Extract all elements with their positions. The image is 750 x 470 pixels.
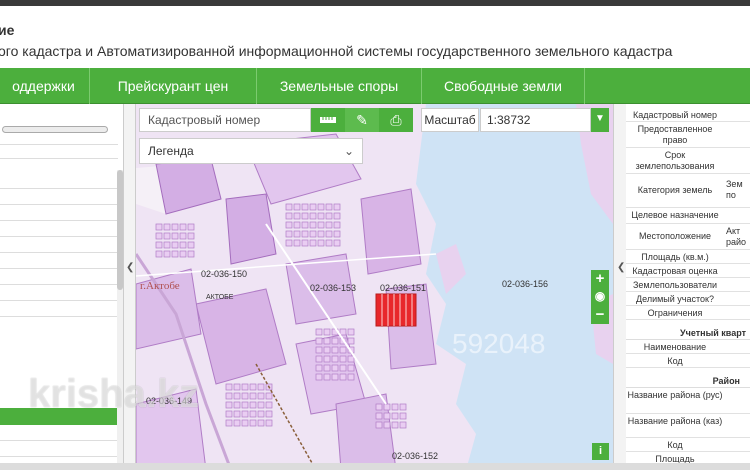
nav-item-support[interactable]: оддержки (0, 68, 90, 104)
cadastral-search-input[interactable]: Кадастровый номер (139, 108, 311, 132)
highlighted-parcel (375, 293, 417, 327)
info-key: Код (667, 356, 683, 366)
info-key: Кадастровая оценка (632, 266, 718, 276)
list-item[interactable] (0, 190, 118, 205)
info-key: Делимый участок? (636, 294, 714, 304)
list-item[interactable] (0, 222, 118, 237)
info-row: Наименование (626, 340, 750, 354)
info-key: Категория земель (637, 185, 713, 195)
info-row: Название района (каз) (626, 414, 750, 438)
info-key: Площадь (кв.м.) (641, 252, 709, 262)
info-row: Категория земель Зем по (626, 174, 750, 208)
info-icon[interactable]: i (592, 443, 609, 460)
ruler-button[interactable] (311, 108, 345, 132)
info-value: Акт райо (726, 226, 747, 247)
info-key: Землепользователи (632, 280, 718, 290)
map-label-152: 02-036-152 (392, 451, 438, 461)
chevron-down-icon: ⌄ (343, 144, 354, 158)
main-nav: оддержки Прейскурант цен Земельные споры… (0, 68, 750, 104)
info-key: Название района (каз) (627, 416, 723, 426)
section-district: Район (626, 374, 750, 388)
globe-button[interactable]: ◉ (591, 288, 609, 306)
info-key: Предоставленное право (637, 124, 713, 145)
map-label-151: 02-036-151 (380, 283, 426, 293)
map-label-aktobe: АКТОБЕ (206, 294, 234, 301)
nav-item-free-lands[interactable]: Свободные земли (422, 68, 585, 104)
info-key: Наименование (643, 342, 707, 352)
header-subtitle: ого кадастра и Автоматизированной информ… (0, 43, 673, 59)
footer-bar (0, 463, 750, 470)
info-row: Делимый участок? (626, 292, 750, 306)
info-value: Зем по (726, 179, 743, 200)
info-row: Предоставленное право (626, 122, 750, 148)
scrollbar-thumb[interactable] (117, 170, 123, 290)
ruler-icon (320, 117, 336, 123)
list-item[interactable] (0, 270, 118, 285)
list-item[interactable] (0, 144, 118, 159)
legend-dropdown[interactable]: Легенда ⌄ (139, 138, 363, 164)
zoom-in-button[interactable]: + (591, 270, 609, 288)
info-key: Кадастровый номер (632, 110, 718, 120)
header-title: ие (0, 22, 15, 38)
info-row: Кадастровая оценка (626, 264, 750, 278)
info-row: Название района (рус) (626, 388, 750, 414)
legend-label: Легенда (148, 144, 194, 158)
map-label-150: 02-036-150 (201, 269, 247, 279)
info-row: Ограничения (626, 306, 750, 320)
info-row: Код (626, 438, 750, 452)
list-item[interactable] (0, 254, 118, 269)
list-item[interactable] (0, 286, 118, 301)
list-item[interactable] (0, 206, 118, 221)
info-key: Местоположение (638, 231, 712, 241)
list-item[interactable] (0, 442, 118, 457)
map-label-156: 02-036-156 (502, 279, 548, 289)
scale-select[interactable]: 1:38732 (480, 108, 591, 132)
chevron-left-icon: ❮ (617, 262, 626, 273)
printer-icon: ⎙ (390, 112, 402, 128)
parcel-info-panel: Кадастровый номер Предоставленное право … (626, 104, 750, 470)
info-key: Срок землепользования (635, 150, 715, 171)
info-key: Целевое назначение (631, 210, 719, 220)
pencil-icon: ✎ (356, 112, 368, 128)
zoom-out-button[interactable]: − (591, 306, 609, 324)
progress-bar (2, 126, 108, 133)
list-item[interactable] (0, 238, 118, 253)
scale-label: Масштаб (421, 108, 479, 132)
info-row: Целевое назначение (626, 208, 750, 224)
map-label-city: г.Актобе (140, 280, 180, 292)
list-item[interactable] (0, 302, 118, 317)
list-item[interactable] (0, 426, 118, 441)
scale-dropdown-button[interactable]: ▼ (591, 108, 609, 132)
caret-down-icon: ▼ (595, 113, 605, 124)
section-accounting-quarter: Учетный кварт (626, 326, 750, 340)
info-row: Местоположение Акт райо (626, 224, 750, 250)
info-row: Площадь (кв.м.) (626, 250, 750, 264)
watermark-logo: krisha.kz (28, 372, 200, 416)
collapse-right-button[interactable]: ❮ (613, 104, 626, 470)
info-row: Кадастровый номер (626, 108, 750, 122)
info-row: Срок землепользования (626, 148, 750, 174)
edit-button[interactable]: ✎ (345, 108, 379, 132)
info-row: Землепользователи (626, 278, 750, 292)
info-key: Код (667, 440, 683, 450)
watermark-number: 592048 (452, 328, 546, 359)
info-key: Название района (рус) (627, 390, 723, 400)
info-key: Ограничения (647, 308, 703, 318)
globe-icon: ◉ (594, 289, 606, 303)
chevron-left-icon: ❮ (126, 262, 135, 273)
info-row: Код (626, 354, 750, 368)
site-header: ие ого кадастра и Автоматизированной инф… (0, 6, 750, 68)
nav-item-land-disputes[interactable]: Земельные споры (257, 68, 422, 104)
nav-item-pricelist[interactable]: Прейскурант цен (90, 68, 257, 104)
print-button[interactable]: ⎙ (379, 108, 413, 132)
map-label-153: 02-036-153 (310, 283, 356, 293)
list-item[interactable] (0, 174, 118, 189)
